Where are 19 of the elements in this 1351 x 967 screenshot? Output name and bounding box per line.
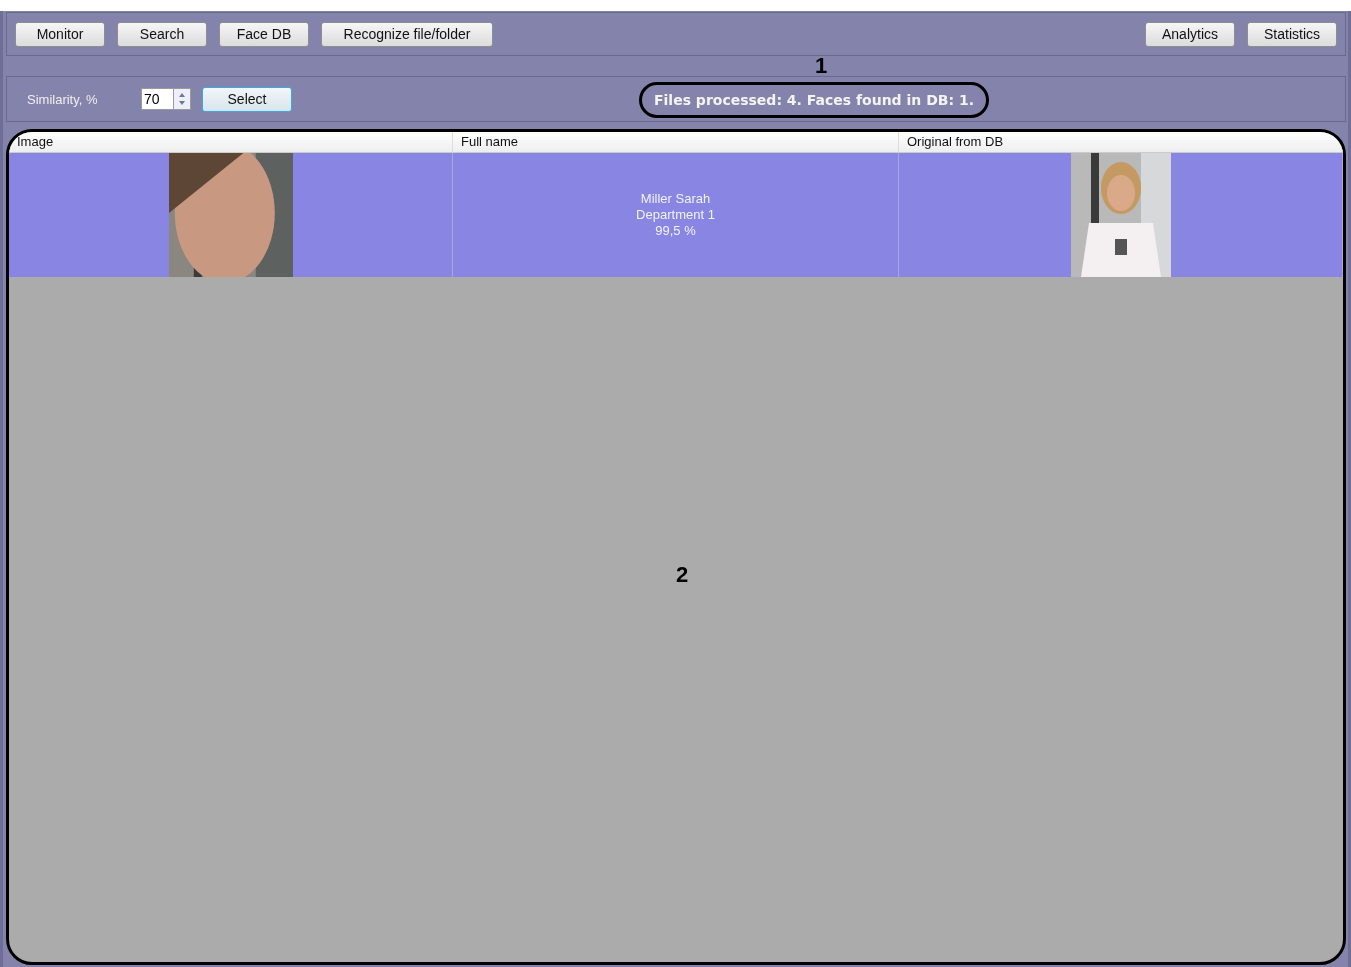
toolbar-button[interactable]: Search	[117, 21, 207, 47]
toolbar-button[interactable]: Face DB	[219, 21, 309, 47]
toolbar-button[interactable]: Statistics	[1247, 21, 1337, 47]
toolbar-button[interactable]: Analytics	[1145, 21, 1235, 47]
match-text: Department 1	[636, 207, 715, 223]
column-header[interactable]: Original from DB	[899, 132, 1343, 152]
spin-arrows-icon[interactable]	[173, 88, 191, 110]
toolbar-button[interactable]: Monitor	[15, 21, 105, 47]
similarity-label: Similarity, %	[27, 91, 99, 107]
callout-number: 2	[676, 562, 689, 588]
column-header[interactable]: Image	[9, 132, 453, 152]
match-text: 99,5 %	[655, 223, 696, 239]
match-text: Miller Sarah	[640, 191, 711, 207]
toolbar-button[interactable]: Recognize file/folder	[321, 21, 493, 47]
status-text: Files processed: 4. Faces found in DB: 1.	[639, 82, 989, 118]
callout-number: 1	[815, 53, 828, 79]
select-button[interactable]: Select	[202, 86, 292, 112]
similarity-field[interactable]: 70	[141, 88, 173, 110]
column-header[interactable]: Full name	[453, 132, 899, 152]
